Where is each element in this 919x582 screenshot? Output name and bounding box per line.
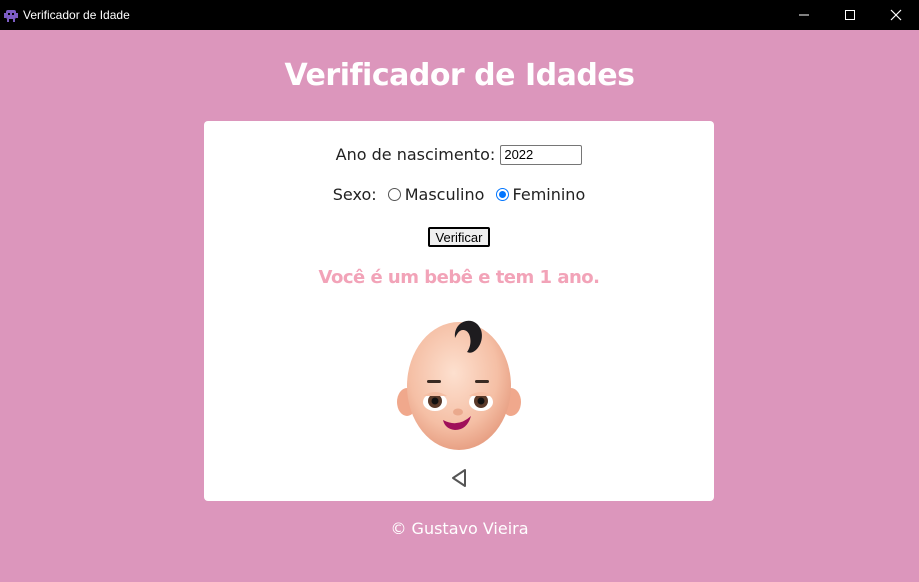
radio-masculino-label[interactable]: Masculino — [405, 185, 485, 204]
footer-copyright: © Gustavo Vieira — [390, 519, 529, 538]
verify-button[interactable]: Verificar — [427, 227, 491, 247]
birth-year-row: Ano de nascimento: — [204, 144, 714, 165]
page-title: Verificador de Idades — [284, 58, 635, 93]
radio-feminino[interactable] — [495, 188, 509, 201]
close-icon — [890, 9, 902, 21]
result-text: Você é um bebê e tem 1 ano. — [318, 267, 601, 288]
form-card: Ano de nascimento: Sexo: Masculino Femin… — [204, 121, 714, 501]
window-titlebar: Verificador de Idade — [0, 0, 919, 30]
sex-row: Sexo: Masculino Feminino — [204, 185, 714, 204]
minimize-icon — [799, 14, 809, 16]
maximize-icon — [845, 10, 855, 20]
close-button[interactable] — [873, 0, 919, 30]
button-row: Verificar — [204, 227, 714, 247]
birth-year-label: Ano de nascimento: — [335, 145, 496, 164]
window-title: Verificador de Idade — [23, 8, 130, 22]
sex-label: Sexo: — [332, 185, 377, 204]
maximize-button[interactable] — [827, 0, 873, 30]
birth-year-input[interactable] — [500, 144, 583, 165]
baby-face-icon — [397, 320, 521, 450]
triangle-left-icon[interactable] — [450, 468, 468, 488]
radio-feminino-label[interactable]: Feminino — [513, 185, 586, 204]
alien-monster-icon — [4, 10, 18, 22]
radio-masculino[interactable] — [387, 188, 401, 201]
minimize-button[interactable] — [781, 0, 827, 30]
